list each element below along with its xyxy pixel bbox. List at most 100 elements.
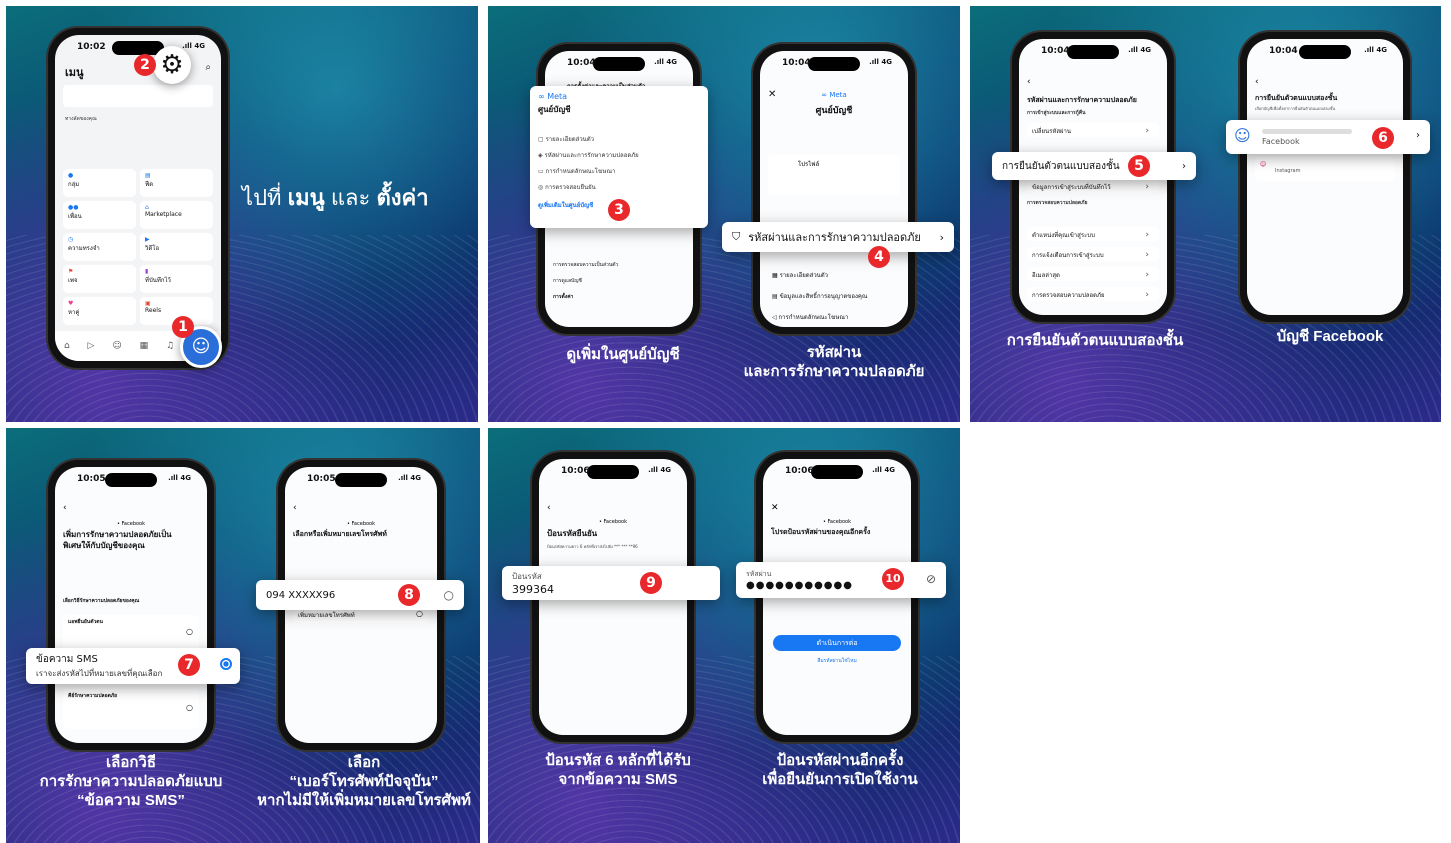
ac-item-password[interactable]: ◈ รหัสผ่านและการรักษาความปลอดภัย (538, 148, 639, 164)
back-icon[interactable]: ‹ (1255, 77, 1259, 87)
caption-step-8: เลือก “เบอร์โทรศัพท์ปัจจุบัน” หากไม่มีให้เ… (257, 754, 471, 809)
security-key-option[interactable]: คีย์รักษาความปลอดภัย ○ (63, 689, 199, 729)
panel-step-7-8: 10:05 .ıll 4G ‹ • Facebook เพิ่มการรักษา… (6, 428, 480, 843)
meta-header: ∞ Meta (821, 91, 847, 99)
back-icon[interactable]: ‹ (293, 503, 297, 513)
tile-saved[interactable]: ▮ ที่บันทึกไว้ (140, 265, 213, 293)
tile-pages[interactable]: ⚑ เพจ (63, 265, 136, 293)
password-security-label: รหัสผ่านและการรักษาความปลอดภัย (748, 231, 921, 244)
radio-empty-icon[interactable]: ○ (186, 703, 193, 712)
back-icon[interactable]: ‹ (547, 503, 551, 513)
tile-video[interactable]: ▶ วิดีโอ (140, 233, 213, 261)
search-icon[interactable]: ⌕ (205, 62, 211, 73)
account-care-item[interactable]: การดูแลบัญชี (553, 273, 618, 289)
back-icon[interactable]: ‹ (1027, 77, 1031, 87)
facebook-account-callout[interactable]: ☺ Facebook › (1226, 120, 1430, 154)
tile-feed[interactable]: ▤ ฟีด (140, 169, 213, 197)
step-badge-1: 1 (172, 316, 194, 338)
ac-list-personal[interactable]: ▦ รายละเอียดส่วนตัว (772, 265, 867, 286)
marketplace-nav-icon[interactable]: ▦ (140, 341, 149, 351)
password-security-callout[interactable]: ⛉ รหัสผ่านและการรักษาความปลอดภัย › (722, 222, 954, 252)
ac-item-verification[interactable]: ◎ การตรวจสอบยืนยัน (538, 180, 639, 196)
instagram-account-item[interactable]: ☺ Instagram (1255, 157, 1395, 181)
ac-list-permissions[interactable]: ▤ ข้อมูลและสิทธิ์การอนุญาตของคุณ (772, 286, 867, 307)
settings-section-label: การตั้งค่า (553, 294, 574, 300)
ac-item-personal[interactable]: ▢ รายละเอียดส่วนตัว (538, 132, 639, 148)
login-alerts-item[interactable]: การแจ้งเตือนการเข้าสู่ระบบ › (1027, 247, 1159, 261)
where-logged-in-item[interactable]: ตำแหน่งที่คุณเข้าสู่ระบบ › (1027, 227, 1159, 241)
status-time: 10:02 (77, 42, 106, 52)
back-icon[interactable]: ‹ (63, 503, 67, 513)
password-input-callout[interactable]: รหัสผ่าน ●●●●●●●●●●● ⊘ (736, 562, 946, 598)
step-badge-8: 8 (398, 584, 420, 606)
enter-code-title: ป้อนรหัสยืนยัน (547, 529, 598, 538)
dynamic-island (811, 465, 863, 479)
ac-list-ads[interactable]: ◁ การกำหนดลักษณะโฆษณา (772, 307, 867, 327)
video-nav-icon[interactable]: ▷ (88, 341, 95, 351)
forgot-password-link[interactable]: ลืมรหัสผ่านใช่ไหม (763, 657, 911, 665)
tile-memories[interactable]: ◷ ความทรงจำ (63, 233, 136, 261)
radio-selected-icon[interactable] (220, 658, 232, 670)
password-field-label: รหัสผ่าน (746, 570, 772, 578)
bell-icon[interactable]: ♫ (166, 341, 174, 351)
facebook-brand: • Facebook (346, 521, 376, 527)
password-input-value[interactable]: ●●●●●●●●●●● (746, 580, 853, 591)
step-badge-5: 5 (1128, 155, 1150, 177)
phone-security-method: 10:05 .ıll 4G ‹ • Facebook เพิ่มการรักษา… (48, 460, 214, 750)
sms-option-label: ข้อความ SMS (36, 654, 98, 665)
facebook-brand: • Facebook (116, 521, 146, 527)
status-time: 10:05 (307, 474, 336, 484)
close-icon[interactable]: ✕ (771, 503, 779, 513)
profiles-card[interactable]: โปรไฟล์ (768, 155, 900, 195)
radio-empty-icon[interactable]: ○ (444, 588, 454, 602)
radio-empty-icon[interactable]: ○ (416, 609, 423, 618)
panel-step-3-4: 10:04 .ıll 4G การตั้งค่าและความเป็นส่วนต… (488, 6, 960, 422)
eye-off-icon[interactable]: ⊘ (926, 572, 936, 586)
tile-groups[interactable]: ● กลุ่ม (63, 169, 136, 197)
facebook-brand: • Facebook (822, 519, 852, 525)
code-input-callout[interactable]: ป้อนรหัส 399364 (502, 566, 720, 600)
step-badge-10: 10 (882, 568, 904, 590)
facebook-label: Facebook (1262, 136, 1300, 146)
blurred-name (1262, 128, 1352, 134)
security-checkup-item[interactable]: การตรวจสอบความปลอดภัย › (1027, 287, 1159, 301)
two-factor-callout[interactable]: การยืนยันตัวตนแบบสองชั้น › (992, 152, 1196, 180)
dynamic-island (587, 465, 639, 479)
gear-icon-highlight[interactable]: ⚙ (153, 46, 191, 84)
tile-marketplace[interactable]: ⌂ Marketplace (140, 201, 213, 229)
login-recovery-label: การเข้าสู่ระบบและการกู้คืน (1027, 110, 1086, 116)
panel-step-5-6: 10:04 .ıll 4G ‹ รหัสผ่านและการรักษาความป… (970, 6, 1441, 422)
panel-step-9-10: 10:06 .ıll 4G ‹ • Facebook ป้อนรหัสยืนยั… (488, 428, 960, 843)
saved-login-item[interactable]: ข้อมูลการเข้าสู่ระบบที่บันทึกไว้ › (1027, 179, 1159, 193)
sms-option-callout[interactable]: ข้อความ SMS เราจะส่งรหัสไปที่หมายเลขที่ค… (26, 648, 240, 684)
home-icon[interactable]: ⌂ (64, 341, 70, 351)
facebook-brand: • Facebook (598, 519, 628, 525)
status-signal: .ıll 4G (1364, 46, 1387, 54)
caption-step-10: ป้อนรหัสผ่านอีกครั้ง เพื่อยืนยันการเปิดใช… (762, 752, 918, 788)
caption-step-7: เลือกวิธี การรักษาความปลอดภัยแบบ “ข้อความ … (39, 754, 223, 809)
recent-emails-item[interactable]: อีเมลล่าสุด › (1027, 267, 1159, 281)
caption-step-1: ไปที่ เมนู และ ตั้งค่า (242, 185, 429, 210)
shield-icon: ⛉ (732, 230, 741, 243)
continue-button[interactable]: ดำเนินการต่อ (773, 635, 901, 651)
friends-nav-icon[interactable]: ☺ (112, 341, 121, 351)
status-time: 10:06 (561, 466, 590, 476)
status-time: 10:04 (567, 58, 596, 68)
change-password-item[interactable]: เปลี่ยนรหัสผ่าน › (1027, 123, 1159, 137)
sms-option-description: เราจะส่งรหัสไปที่หมายเลขที่คุณเลือก (36, 669, 163, 678)
radio-empty-icon[interactable]: ○ (186, 627, 193, 636)
phone-number-callout[interactable]: 094 XXXXX96 ○ (256, 580, 464, 610)
tile-friends[interactable]: ●● เพื่อน (63, 201, 136, 229)
see-more-account-center-link[interactable]: ดูเพิ่มเติมในศูนย์บัญชี (538, 200, 593, 210)
code-input-value[interactable]: 399364 (512, 583, 554, 596)
tile-dating[interactable]: ♥ หาคู่ (63, 297, 136, 325)
status-signal: .ıll 4G (648, 466, 671, 474)
phone-number-label: 094 XXXXX96 (266, 589, 336, 601)
ac-item-ads[interactable]: ▭ การกำหนดลักษณะโฆษณา (538, 164, 639, 180)
status-time: 10:06 (785, 466, 814, 476)
chevron-right-icon: › (1416, 130, 1420, 141)
privacy-checkup-item[interactable]: การตรวจสอบความเป็นส่วนตัว (553, 257, 618, 273)
dynamic-island (105, 473, 157, 487)
org-card[interactable] (63, 85, 213, 107)
chevron-right-icon: › (1182, 160, 1186, 172)
